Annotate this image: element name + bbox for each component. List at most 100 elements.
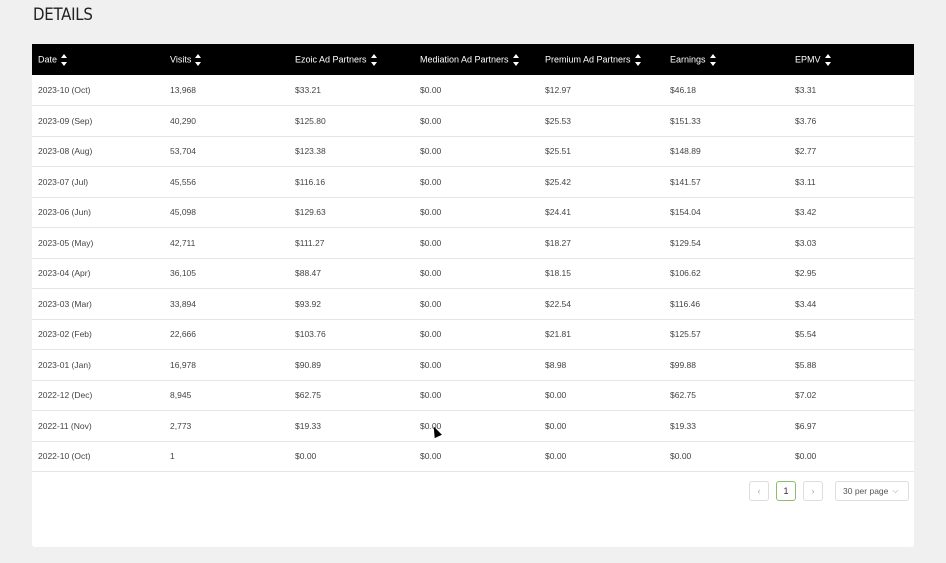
page-1-button[interactable]: 1 (776, 481, 796, 501)
mediation-cell: $0.00 (420, 85, 442, 95)
table-row: 2023-06 (Jun) 45,098 $129.63 $0.00 $24.41 $15… (32, 197, 914, 228)
earnings-cell: $148.89 (670, 146, 701, 157)
epmv-cell: $3.42 (795, 207, 817, 218)
mediation-cell: $0.00 (420, 390, 442, 401)
ezoic-cell: $88.47 (295, 268, 321, 279)
column-header-ezoic-ad-partners[interactable]: Ezoic Ad Partners (289, 44, 414, 75)
column-header-earnings[interactable]: Earnings (664, 44, 789, 75)
date-cell: 2023-03 (Mar) (38, 298, 92, 309)
premium-cell: $21.81 (545, 329, 571, 340)
sort-icon[interactable] (634, 53, 641, 66)
epmv-cell: $0.00 (795, 451, 817, 462)
ezoic-cell: $116.16 (295, 176, 326, 187)
premium-cell: $24.41 (545, 207, 571, 218)
next-page-button[interactable]: › (803, 481, 823, 501)
epmv-cell: $7.02 (795, 390, 817, 401)
premium-cell: $25.51 (545, 146, 571, 157)
ezoic-cell: $129.63 (295, 207, 326, 218)
epmv-cell: $2.95 (795, 268, 817, 279)
details-card: Date Visits Ezoic Ad Partners Mediation … (32, 44, 914, 547)
per-page-select[interactable]: 30 per page ⌵ (835, 481, 909, 501)
prev-page-button[interactable]: ‹ (749, 481, 769, 501)
table-row: 2022-10 (Oct) 1 $0.00 $0.00 $0.00 $0.00 $0.00 (32, 441, 914, 472)
ezoic-cell: $123.38 (295, 146, 326, 157)
sort-icon[interactable] (195, 53, 202, 66)
visits-cell: 53,704 (170, 146, 196, 157)
mediation-cell: $0.00 (420, 359, 442, 370)
mediation-cell: $0.00 (420, 268, 442, 279)
table-row: 2023-01 (Jan) 16,978 $90.89 $0.00 $8.98 $99.8… (32, 350, 914, 380)
premium-cell: $22.54 (545, 298, 571, 309)
table-row: 2022-11 (Nov) 2,773 $19.33 $0.00 $0.00 $19.33… (32, 411, 914, 441)
table-row: 2023-04 (Apr) 36,105 $88.47 $0.00 $18.15 $106… (32, 258, 914, 289)
visits-cell: 1 (170, 451, 175, 462)
date-cell: 2022-11 (Nov) (38, 420, 92, 431)
date-cell: 2023-09 (Sep) (38, 115, 93, 126)
date-cell: 2023-08 (Aug) (38, 146, 93, 157)
earnings-cell: $99.88 (670, 359, 696, 370)
premium-cell: $0.00 (545, 420, 567, 431)
visits-cell: 8,945 (170, 390, 192, 401)
date-cell: 2023-05 (May) (38, 237, 94, 248)
visits-cell: 42,711 (170, 237, 196, 248)
premium-cell: $0.00 (545, 390, 567, 401)
visits-cell: 22,666 (170, 329, 196, 340)
mediation-cell: $0.00 (420, 176, 442, 187)
mediation-cell: $0.00 (420, 298, 442, 309)
epmv-cell: $3.03 (795, 237, 817, 248)
ezoic-cell: $90.89 (295, 359, 321, 370)
sort-icon[interactable] (709, 53, 716, 66)
table-header-row: Date Visits Ezoic Ad Partners Mediation … (32, 44, 914, 75)
sort-icon[interactable] (370, 53, 377, 66)
earnings-cell: $46.18 (670, 85, 696, 95)
mediation-cell: $0.00 (420, 207, 442, 218)
visits-cell: 33,894 (170, 298, 196, 309)
date-cell: 2023-07 (Jul) (38, 176, 89, 187)
column-header-epmv[interactable]: EPMV (789, 44, 914, 75)
visits-cell: 45,556 (170, 176, 196, 187)
sort-icon[interactable] (824, 53, 831, 66)
column-header-visits[interactable]: Visits (164, 44, 289, 75)
date-cell: 2022-10 (Oct) (38, 451, 91, 462)
date-cell: 2022-12 (Dec) (38, 390, 93, 401)
mediation-cell: $0.00 (420, 237, 442, 248)
table-row: 2023-10 (Oct) 13,968 $33.21 $0.00 $12.97 $46.… (32, 75, 914, 106)
ezoic-cell: $0.00 (295, 451, 317, 462)
details-table: Date Visits Ezoic Ad Partners Mediation … (32, 44, 914, 472)
epmv-cell: $2.77 (795, 146, 817, 157)
table-row: 2023-02 (Feb) 22,666 $103.76 $0.00 $21.81 $12… (32, 319, 914, 350)
visits-cell: 13,968 (170, 85, 196, 95)
table-row: 2023-05 (May) 42,711 $111.27 $0.00 $18.27 $12… (32, 228, 914, 258)
page-title: DETAILS (33, 5, 93, 25)
chevron-down-icon: ⌵ (892, 486, 899, 495)
date-cell: 2023-10 (Oct) (38, 85, 91, 95)
visits-cell: 16,978 (170, 359, 196, 370)
epmv-cell: $3.31 (795, 85, 817, 95)
mediation-cell: $0.00 (420, 329, 442, 340)
visits-cell: 40,290 (170, 115, 196, 126)
earnings-cell: $116.46 (670, 298, 701, 309)
earnings-cell: $62.75 (670, 390, 696, 401)
premium-cell: $18.27 (545, 237, 571, 248)
mediation-cell: $0.00 (420, 115, 442, 126)
column-header-premium-ad-partners[interactable]: Premium Ad Partners (539, 44, 664, 75)
earnings-cell: $151.33 (670, 115, 701, 126)
table-row: 2022-12 (Dec) 8,945 $62.75 $0.00 $0.00 $62.75… (32, 380, 914, 411)
earnings-cell: $19.33 (670, 420, 696, 431)
earnings-cell: $125.57 (670, 329, 701, 340)
premium-cell: $25.53 (545, 115, 571, 126)
sort-icon[interactable] (512, 53, 519, 66)
column-header-date[interactable]: Date (32, 44, 164, 75)
premium-cell: $18.15 (545, 268, 571, 279)
ezoic-cell: $19.33 (295, 420, 321, 431)
epmv-cell: $6.97 (795, 420, 817, 431)
earnings-cell: $154.04 (670, 207, 701, 218)
table-row: 2023-09 (Sep) 40,290 $125.80 $0.00 $25.53 $15… (32, 106, 914, 136)
sort-icon[interactable] (61, 53, 68, 66)
table-row: 2023-07 (Jul) 45,556 $116.16 $0.00 $25.42 $14… (32, 167, 914, 197)
date-cell: 2023-06 (Jun) (38, 207, 91, 218)
visits-cell: 2,773 (170, 420, 192, 431)
per-page-label: 30 per page (843, 486, 889, 496)
ezoic-cell: $125.80 (295, 115, 326, 126)
column-header-mediation-ad-partners[interactable]: Mediation Ad Partners (414, 44, 539, 75)
